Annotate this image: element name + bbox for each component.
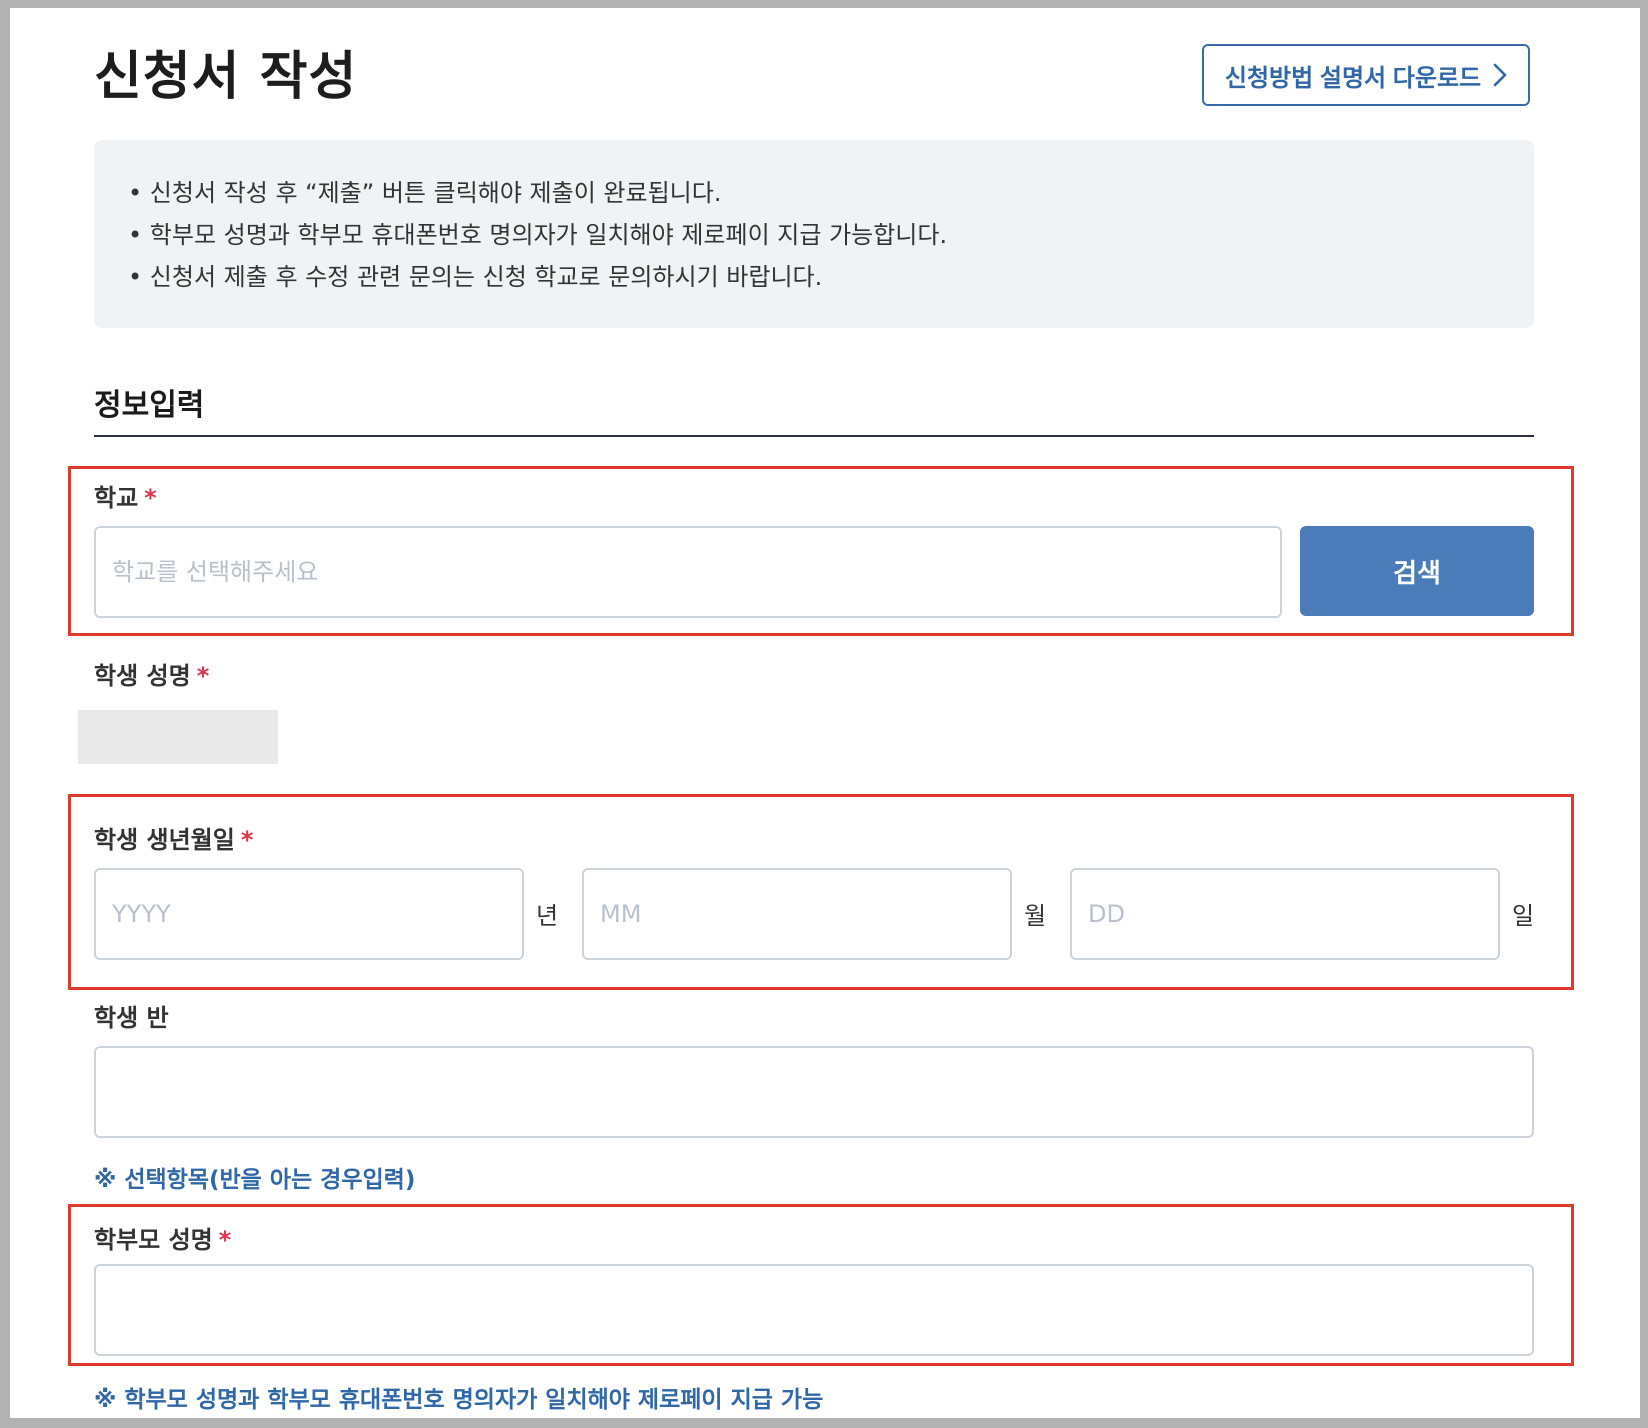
- birth-day-input[interactable]: [1070, 868, 1500, 960]
- student-class-hint: ※ 선택항목(반을 아는 경우입력): [94, 1167, 416, 1193]
- required-mark: *: [196, 662, 210, 690]
- section-divider: [94, 435, 1534, 437]
- student-name-label: 학생 성명 *: [94, 656, 209, 691]
- notice-line: 신청서 작성 후 “제출” 버튼 클릭해야 제출이 완료됩니다.: [128, 172, 1534, 214]
- download-guide-label: 신청방법 설명서 다운로드: [1224, 64, 1482, 92]
- parent-name-label: 학부모 성명 *: [94, 1220, 231, 1255]
- chevron-right-icon: [1493, 63, 1507, 87]
- student-name-label-text: 학생 성명: [94, 662, 191, 690]
- parent-name-input[interactable]: [94, 1264, 1534, 1356]
- student-class-input[interactable]: [94, 1046, 1534, 1138]
- required-mark: *: [218, 1226, 232, 1254]
- notice-line: 학부모 성명과 학부모 휴대폰번호 명의자가 일치해야 제로페이 지급 가능합니…: [128, 214, 1534, 256]
- birthdate-label: 학생 생년월일 *: [94, 820, 253, 855]
- page-title: 신청서 작성: [94, 47, 358, 107]
- notice-line: 신청서 제출 후 수정 관련 문의는 신청 학교로 문의하시기 바랍니다.: [128, 256, 1534, 298]
- download-guide-button[interactable]: 신청방법 설명서 다운로드: [1202, 44, 1530, 106]
- required-mark: *: [144, 484, 157, 512]
- application-form-page: 신청서 작성 신청방법 설명서 다운로드 신청서 작성 후 “제출” 버튼 클릭…: [10, 8, 1640, 1418]
- parent-name-hint: ※ 학부모 성명과 학부모 휴대폰번호 명의자가 일치해야 제로페이 지급 가능: [94, 1387, 824, 1413]
- student-name-value: [78, 710, 278, 764]
- birth-year-unit: 년: [536, 902, 559, 930]
- parent-name-label-text: 학부모 성명: [94, 1226, 213, 1254]
- birth-month-unit: 월: [1024, 902, 1047, 930]
- birth-month-input[interactable]: [582, 868, 1012, 960]
- birth-day-unit: 일: [1512, 902, 1535, 930]
- school-label-text: 학교: [94, 484, 139, 512]
- birth-year-input[interactable]: [94, 868, 524, 960]
- student-class-label: 학생 반: [94, 1004, 169, 1032]
- required-mark: *: [240, 826, 254, 854]
- school-label: 학교 *: [94, 478, 157, 513]
- school-input[interactable]: [94, 526, 1282, 618]
- school-search-button[interactable]: 검색: [1300, 526, 1534, 616]
- notice-box: 신청서 작성 후 “제출” 버튼 클릭해야 제출이 완료됩니다. 학부모 성명과…: [94, 140, 1534, 328]
- birthdate-label-text: 학생 생년월일: [94, 826, 235, 854]
- section-title: 정보입력: [94, 388, 205, 423]
